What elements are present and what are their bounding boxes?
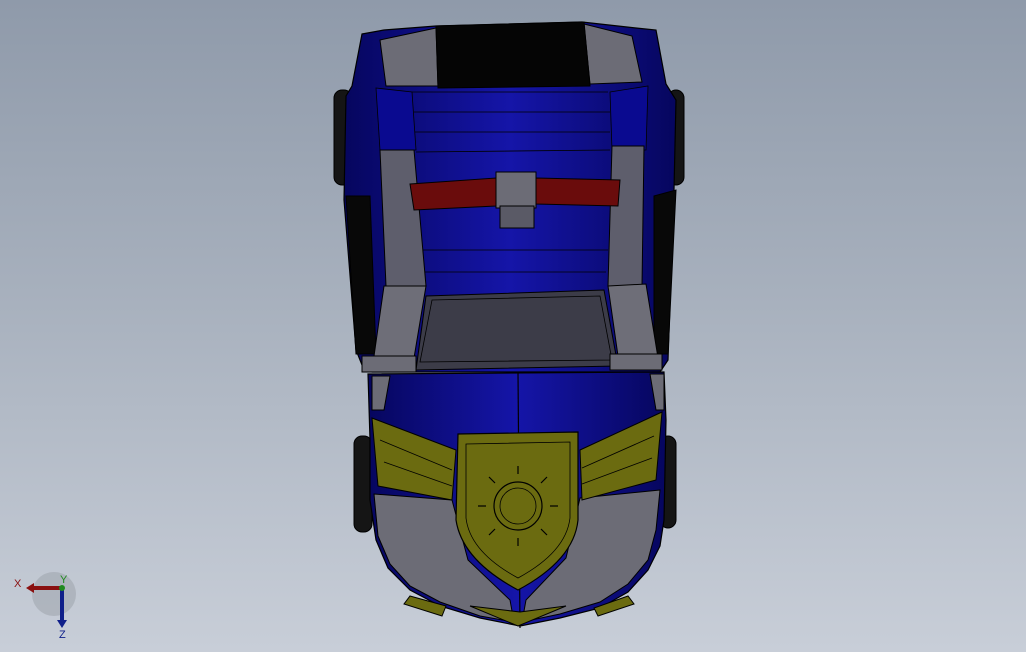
front-left-wheel [353, 435, 373, 533]
coordinate-triad: X Y Z [14, 572, 76, 640]
robot-car-model[interactable] [0, 0, 1026, 652]
z-axis-label: Z [59, 629, 66, 640]
y-axis-label: Y [60, 574, 68, 586]
x-axis-label: X [14, 578, 22, 590]
graphics-viewport[interactable]: X Y Z [0, 0, 1026, 652]
